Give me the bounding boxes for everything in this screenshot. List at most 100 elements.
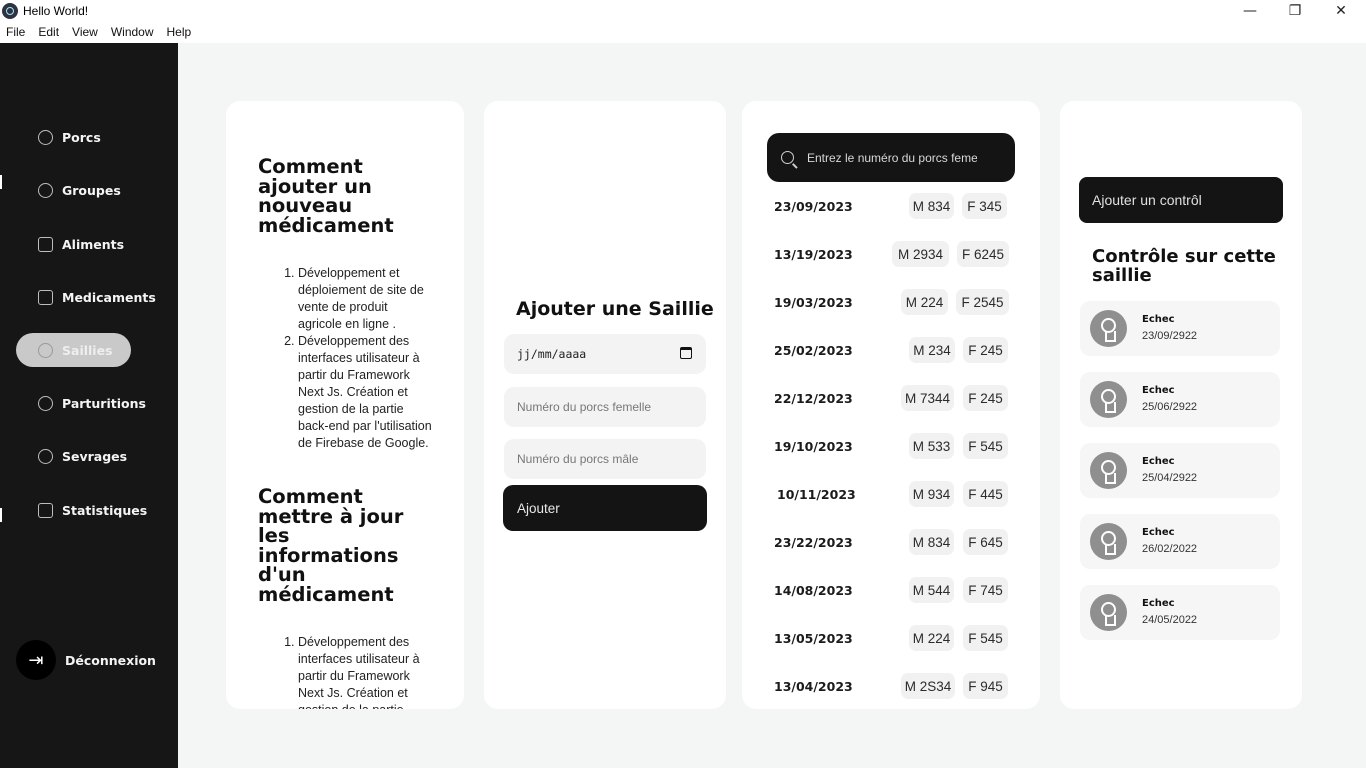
list-item[interactable]: 13/05/2023 M 224 F 545 (767, 623, 1011, 653)
alarm-clock-icon (38, 182, 53, 198)
control-item[interactable]: Echec 25/06/2922 (1080, 372, 1280, 427)
alarm-clock-icon (38, 395, 53, 411)
sidebar-item-parturitions[interactable]: Parturitions (16, 386, 166, 420)
male-tag: M 234 (909, 337, 955, 363)
female-tag: F 345 (962, 193, 1007, 219)
female-tag: F 545 (963, 625, 1008, 651)
help-list: Développement et déploiement de site de … (258, 265, 434, 452)
list-item: Développement des interfaces utilisateur… (298, 333, 434, 452)
male-tag: M 834 (909, 529, 954, 555)
menu-view[interactable]: View (72, 22, 111, 43)
sidebar-item-label: Medicaments (62, 289, 156, 305)
female-tag: F 645 (963, 529, 1008, 555)
male-tag: M 2S34 (901, 673, 955, 699)
female-tag: F 945 (963, 673, 1008, 699)
sidebar-item-sevrages[interactable]: Sevrages (16, 439, 166, 473)
male-tag: M 224 (901, 289, 948, 315)
row-date: 13/04/2023 (774, 679, 853, 694)
list-item[interactable]: 13/04/2023 M 2S34 F 945 (767, 671, 1011, 701)
award-badge-icon (1090, 381, 1127, 418)
row-date: 23/09/2023 (774, 199, 853, 214)
control-item[interactable]: Echec 26/02/2022 (1080, 514, 1280, 569)
list-item[interactable]: 10/11/2023 M 934 F 445 (767, 479, 1011, 509)
list-item[interactable]: 23/22/2023 M 834 F 645 (767, 527, 1011, 557)
sidebar-item-aliments[interactable]: Aliments (16, 227, 166, 261)
list-item: Développement des interfaces utilisateur… (298, 634, 434, 709)
list-item[interactable]: 19/10/2023 M 533 F 545 (767, 431, 1011, 461)
control-date: 25/04/2922 (1142, 472, 1198, 484)
control-date: 25/06/2922 (1142, 401, 1198, 413)
female-number-input[interactable]: Numéro du porcs femelle (504, 387, 706, 427)
row-date: 13/05/2023 (774, 631, 853, 646)
control-item[interactable]: Echec 25/04/2922 (1080, 443, 1280, 498)
row-date: 14/08/2023 (774, 583, 853, 598)
logout-icon: ⇥ (28, 649, 44, 671)
sidebar-item-label: Saillies (62, 342, 113, 358)
sidebar-item-medicaments[interactable]: Medicaments (16, 280, 166, 314)
male-tag: M 7344 (901, 385, 954, 411)
award-badge-icon (1090, 310, 1127, 347)
search-icon (781, 151, 794, 164)
gauge-icon (38, 129, 53, 145)
sidebar-item-saillies[interactable]: Saillies (16, 333, 131, 367)
gauge-icon (38, 342, 53, 358)
control-date: 24/05/2022 (1142, 614, 1198, 626)
list-item[interactable]: 22/12/2023 M 7344 F 245 (767, 383, 1011, 413)
sidebar-item-label: Aliments (62, 236, 125, 252)
female-tag: F 2545 (956, 289, 1009, 315)
add-control-button[interactable]: Ajouter un contrôl (1079, 177, 1283, 223)
female-tag: F 245 (963, 337, 1008, 363)
controls-title: Contrôle sur cette saillie (1092, 246, 1276, 286)
male-tag: M 533 (909, 433, 954, 459)
list-item[interactable]: 19/03/2023 M 224 F 2545 (767, 287, 1011, 317)
control-item[interactable]: Echec 23/09/2922 (1080, 301, 1280, 356)
menu-file[interactable]: File (6, 22, 38, 43)
sidebar-item-label: Groupes (62, 182, 121, 198)
list-item[interactable]: 23/09/2023 M 834 F 345 (767, 191, 1011, 221)
add-button[interactable]: Ajouter (503, 485, 707, 531)
search-input[interactable]: Entrez le numéro du porcs femelle (807, 151, 977, 165)
list-item[interactable]: 14/08/2023 M 544 F 745 (767, 575, 1011, 605)
sidebar-item-label: Parturitions (62, 395, 146, 411)
row-date: 22/12/2023 (774, 391, 853, 406)
calendar-icon[interactable] (680, 347, 692, 359)
sidebar-item-label: Statistiques (62, 502, 148, 518)
close-button[interactable]: ✕ (1318, 0, 1364, 22)
award-badge-icon (1090, 594, 1127, 631)
search-bar[interactable]: Entrez le numéro du porcs femelle (767, 133, 1015, 182)
help-card: Comment ajouter un nouveau médicament Dé… (226, 101, 464, 709)
logout-label[interactable]: Déconnexion (65, 653, 156, 668)
sidebar-item-statistiques[interactable]: Statistiques (16, 493, 166, 527)
row-date: 13/19/2023 (774, 247, 853, 262)
sidebar-item-groupes[interactable]: Groupes (16, 173, 166, 207)
list-item[interactable]: 25/02/2023 M 234 F 245 (767, 335, 1011, 365)
sidebar-item-porcs[interactable]: Porcs (16, 120, 166, 154)
restore-button[interactable]: ❐ (1272, 0, 1318, 22)
logout-button[interactable]: ⇥ (16, 640, 56, 680)
form-title: Ajouter une Saillie (516, 298, 714, 320)
help-heading: Comment ajouter un nouveau médicament (258, 155, 394, 237)
menu-help[interactable]: Help (167, 22, 205, 43)
male-tag: M 934 (909, 481, 954, 507)
minimize-button[interactable]: — (1227, 0, 1273, 22)
female-tag: F 6245 (957, 241, 1009, 267)
row-date: 23/22/2023 (774, 535, 853, 550)
date-input[interactable]: jj/mm/aaaa (504, 334, 706, 374)
list-item[interactable]: 13/19/2023 M 2934 F 6245 (767, 239, 1011, 269)
sidebar-item-label: Porcs (62, 129, 101, 145)
menu-edit[interactable]: Edit (38, 22, 72, 43)
control-status: Echec (1142, 598, 1175, 609)
control-item[interactable]: Echec 24/05/2022 (1080, 585, 1280, 640)
sidebar-scroll-marker (0, 508, 2, 522)
date-placeholder: jj/mm/aaaa (517, 347, 587, 361)
title-bar: Hello World! — ❐ ✕ (0, 0, 1366, 22)
female-tag: F 545 (963, 433, 1008, 459)
male-number-input[interactable]: Numéro du porcs mâle (504, 439, 706, 479)
list-item: Développement et déploiement de site de … (298, 265, 434, 333)
award-badge-icon (1090, 523, 1127, 560)
female-tag: F 745 (963, 577, 1008, 603)
control-status: Echec (1142, 527, 1175, 538)
menu-window[interactable]: Window (111, 22, 167, 43)
help-heading: Comment mettre à jour les informations d… (258, 485, 404, 606)
help-list: Développement des interfaces utilisateur… (258, 634, 434, 709)
